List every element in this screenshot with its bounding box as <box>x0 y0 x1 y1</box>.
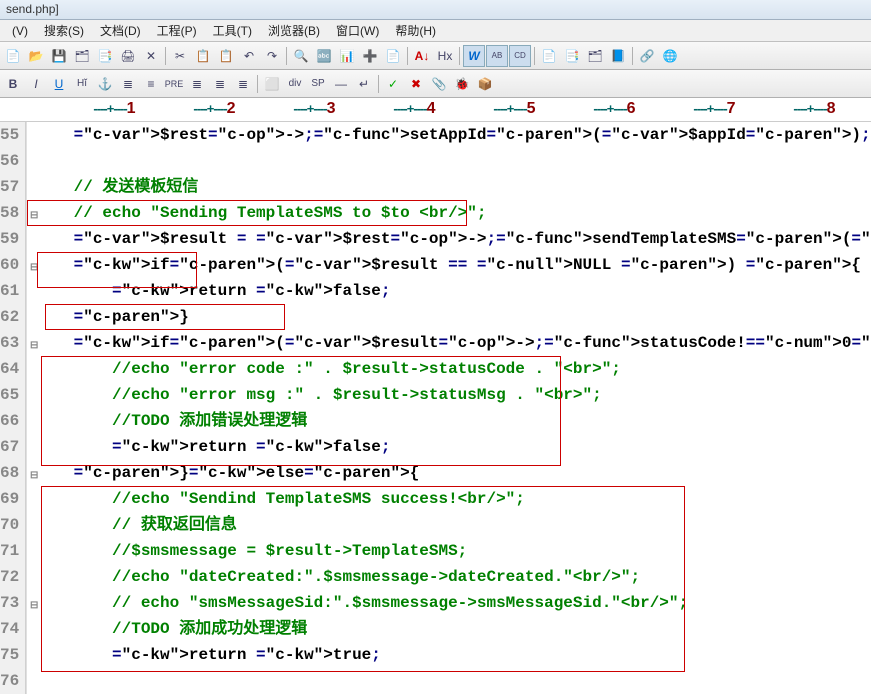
hex-icon[interactable]: Hx <box>434 45 456 67</box>
bold-icon[interactable]: B <box>2 73 24 95</box>
cd-icon[interactable]: CD <box>509 45 531 67</box>
menu-view[interactable]: (V) <box>4 22 36 40</box>
menu-bar: (V) 搜索(S) 文档(D) 工程(P) 工具(T) 浏览器(B) 窗口(W)… <box>0 20 871 42</box>
btn-icon[interactable]: 📘 <box>607 45 629 67</box>
font-icon[interactable]: A↓ <box>411 45 433 67</box>
close-icon[interactable]: ✕ <box>140 45 162 67</box>
save-icon[interactable]: 💾 <box>48 45 70 67</box>
sp-icon[interactable]: SP <box>307 73 329 95</box>
menu-search[interactable]: 搜索(S) <box>36 20 92 41</box>
files-icon[interactable]: 📑 <box>94 45 116 67</box>
menu-document[interactable]: 文档(D) <box>92 20 149 41</box>
open-file-icon[interactable]: 📂 <box>25 45 47 67</box>
separator <box>459 47 460 65</box>
highlight-box <box>37 252 197 288</box>
separator <box>165 47 166 65</box>
package-icon[interactable]: 📦 <box>474 73 496 95</box>
align-right-icon[interactable]: ≣ <box>232 73 254 95</box>
btn-icon[interactable]: 🔗 <box>636 45 658 67</box>
print-icon[interactable]: 🖨 <box>117 45 139 67</box>
line-gutter: 5556575859606162636465666768697071727374… <box>0 122 26 694</box>
highlight-box <box>45 304 285 330</box>
wrap-icon[interactable]: W <box>463 45 485 67</box>
hr-icon[interactable]: — <box>330 73 352 95</box>
italic-icon[interactable]: I <box>25 73 47 95</box>
highlight-box <box>41 486 685 672</box>
title-text: send.php] <box>6 2 59 16</box>
undo-icon[interactable]: ↶ <box>238 45 260 67</box>
highlight-box <box>27 200 467 226</box>
paste-icon[interactable]: 📋 <box>215 45 237 67</box>
search-icon[interactable]: 🔍 <box>290 45 312 67</box>
btn-icon[interactable]: 🗂 <box>584 45 606 67</box>
bug-icon[interactable]: 🐞 <box>451 73 473 95</box>
check-icon[interactable]: ✓ <box>382 73 404 95</box>
cut-icon[interactable]: ✂ <box>169 45 191 67</box>
separator <box>257 75 258 93</box>
underline-icon[interactable]: U <box>48 73 70 95</box>
list-icon[interactable]: ≡ <box>140 73 162 95</box>
align-left-icon[interactable]: ≣ <box>186 73 208 95</box>
ab-icon[interactable]: AB <box>486 45 508 67</box>
plus-icon[interactable]: ➕ <box>359 45 381 67</box>
x-icon[interactable]: ✖ <box>405 73 427 95</box>
anchor-icon[interactable]: ⚓ <box>94 73 116 95</box>
menu-project[interactable]: 工程(P) <box>149 20 205 41</box>
toolbar-1: 📄 📂 💾 🗂 📑 🖨 ✕ ✂ 📋 📋 ↶ ↷ 🔍 🔤 📊 ➕ 📄 A↓ Hx … <box>0 42 871 70</box>
toolbar-2: B I U Hĭ ⚓ ≣ ≡ PRE ≣ ≣ ≣ ⬜ div SP — ↵ ✓ … <box>0 70 871 98</box>
link-icon[interactable]: 📎 <box>428 73 450 95</box>
highlight-box <box>41 356 561 466</box>
copy-icon[interactable]: 📋 <box>192 45 214 67</box>
new-file-icon[interactable]: 📄 <box>2 45 24 67</box>
separator <box>286 47 287 65</box>
save-all-icon[interactable]: 🗂 <box>71 45 93 67</box>
separator <box>407 47 408 65</box>
menu-help[interactable]: 帮助(H) <box>387 20 444 41</box>
box-icon[interactable]: ⬜ <box>261 73 283 95</box>
pre-icon[interactable]: PRE <box>163 73 185 95</box>
chart-icon[interactable]: 📊 <box>336 45 358 67</box>
separator <box>534 47 535 65</box>
br-icon[interactable]: ↵ <box>353 73 375 95</box>
separator <box>378 75 379 93</box>
div-icon[interactable]: div <box>284 73 306 95</box>
code-editor[interactable]: 5556575859606162636465666768697071727374… <box>0 122 871 694</box>
align-center-icon[interactable]: ≣ <box>209 73 231 95</box>
menu-window[interactable]: 窗口(W) <box>328 20 387 41</box>
menu-browser[interactable]: 浏览器(B) <box>260 20 328 41</box>
ruler: ----+----1----+----2----+----3----+----4… <box>0 98 871 122</box>
hi-icon[interactable]: Hĭ <box>71 73 93 95</box>
btn-icon[interactable]: 🌐 <box>659 45 681 67</box>
title-bar: send.php] <box>0 0 871 20</box>
align-icon[interactable]: ≣ <box>117 73 139 95</box>
menu-tools[interactable]: 工具(T) <box>205 20 260 41</box>
doc-icon[interactable]: 📄 <box>382 45 404 67</box>
btn-icon[interactable]: 📄 <box>538 45 560 67</box>
code-area[interactable]: ="c-var">$rest="c-op">->;="c-func">setAp… <box>27 122 871 694</box>
redo-icon[interactable]: ↷ <box>261 45 283 67</box>
abc-icon[interactable]: 🔤 <box>313 45 335 67</box>
btn-icon[interactable]: 📑 <box>561 45 583 67</box>
separator <box>632 47 633 65</box>
